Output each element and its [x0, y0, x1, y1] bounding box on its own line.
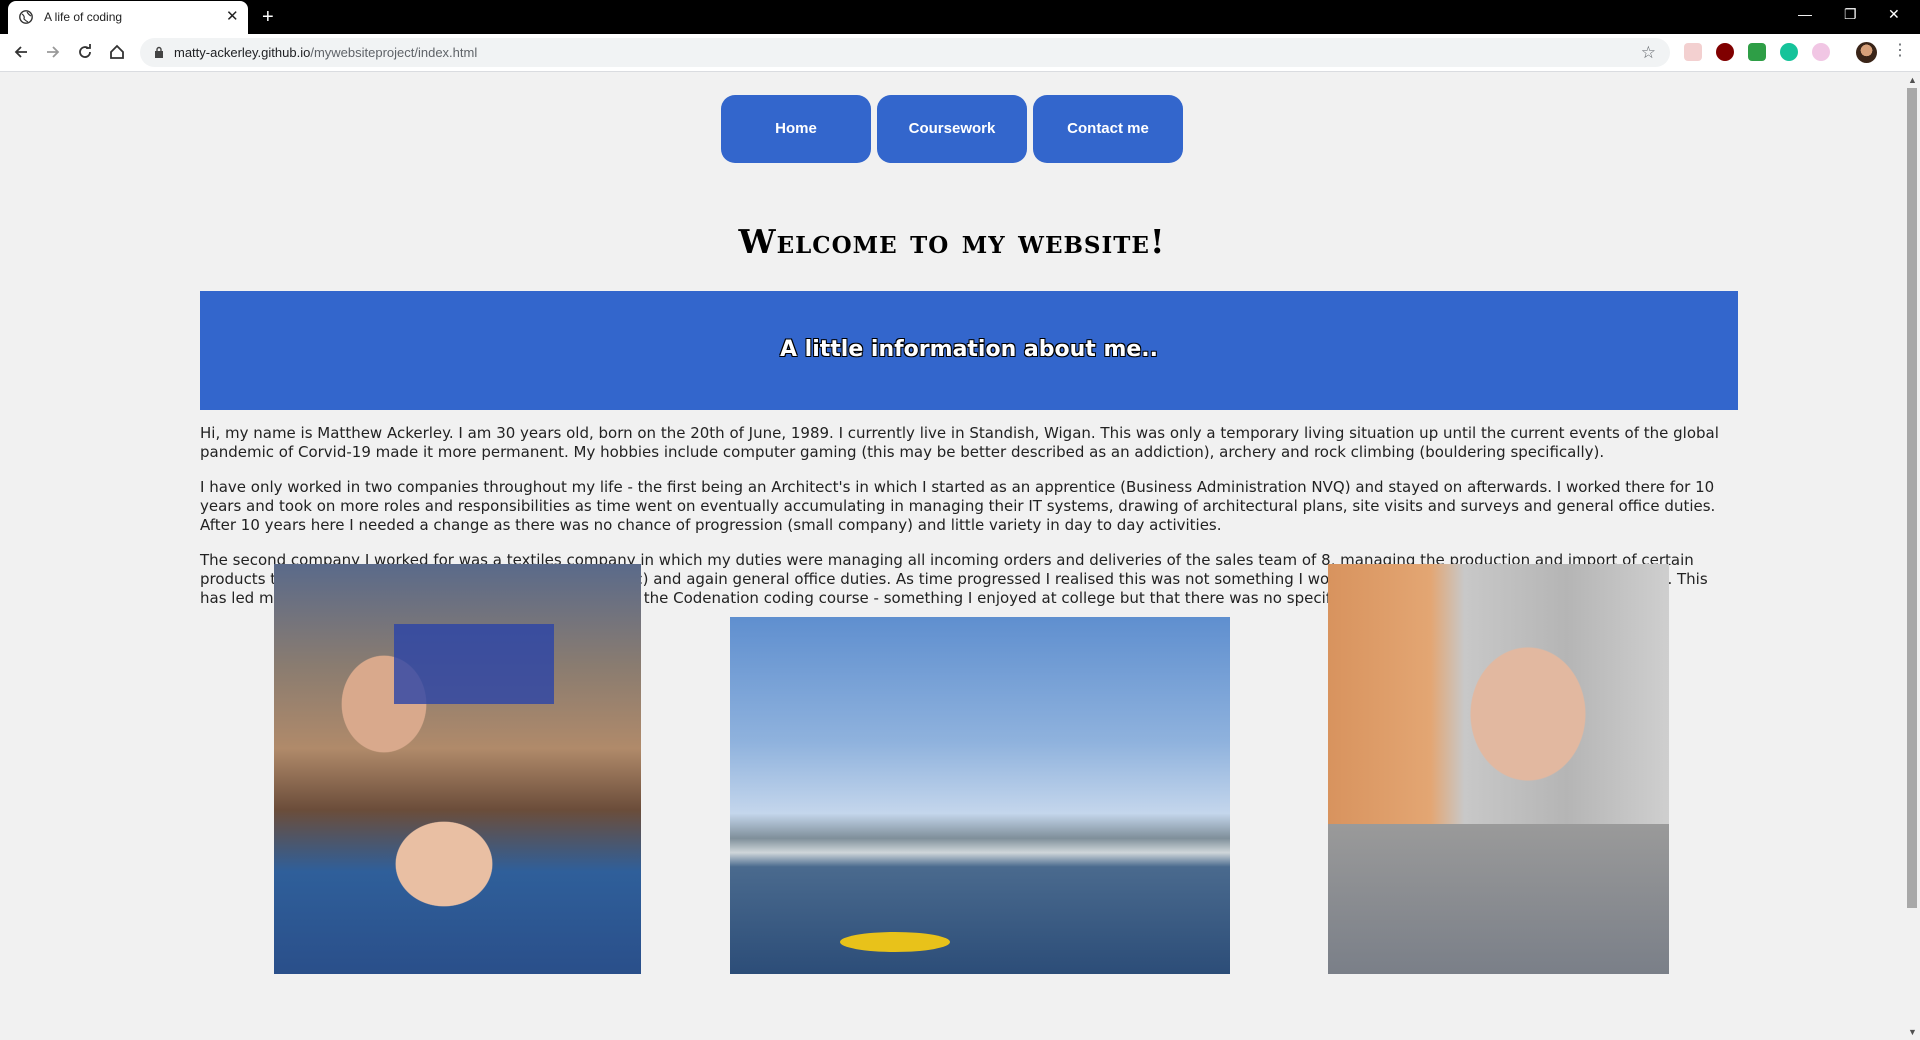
new-tab-icon[interactable]: + [262, 5, 274, 29]
scrollbar-thumb[interactable] [1907, 88, 1917, 908]
browser-tab[interactable]: A life of coding ✕ [8, 1, 248, 34]
scroll-down-arrow-icon[interactable]: ▼ [1908, 1027, 1917, 1037]
profile-avatar[interactable] [1856, 42, 1877, 63]
tab-title: A life of coding [44, 10, 123, 24]
nav-coursework-button[interactable]: Coursework [877, 95, 1027, 163]
window-close-icon[interactable]: ✕ [1888, 4, 1900, 24]
forward-arrow-icon[interactable] [43, 42, 63, 62]
restore-icon[interactable]: ❐ [1844, 4, 1857, 24]
extension-1-icon[interactable] [1684, 43, 1702, 61]
info-banner: A little information about me.. [200, 291, 1738, 410]
scroll-up-arrow-icon[interactable]: ▲ [1908, 75, 1917, 85]
page-scrollbar[interactable]: ▲ ▼ [1904, 72, 1920, 1040]
about-paragraph-1: Hi, my name is Matthew Ackerley. I am 30… [200, 424, 1719, 461]
about-paragraph-2: I have only worked in two companies thro… [200, 478, 1716, 534]
url-text: matty-ackerley.github.io/mywebsiteprojec… [174, 45, 477, 60]
tab-strip: A life of coding ✕ + — ❐ ✕ [0, 0, 1920, 34]
site-nav: Home Coursework Contact me [0, 95, 1904, 163]
page-title: Welcome to my website! [738, 222, 1166, 261]
reload-icon[interactable] [75, 42, 95, 62]
nav-home-button[interactable]: Home [721, 95, 871, 163]
kayak-shape [840, 932, 950, 952]
extension-green-icon[interactable] [1748, 43, 1766, 61]
home-icon[interactable] [107, 42, 127, 62]
back-arrow-icon[interactable] [11, 42, 31, 62]
extension-pink-icon[interactable] [1812, 43, 1830, 61]
address-bar[interactable]: matty-ackerley.github.io/mywebsiteprojec… [140, 38, 1670, 67]
photo-selfie [1328, 564, 1669, 974]
url-path: /mywebsiteproject/index.html [310, 45, 478, 60]
photo-kayak-sea [730, 617, 1230, 974]
close-tab-icon[interactable]: ✕ [226, 7, 239, 27]
bookmark-star-icon[interactable]: ☆ [1641, 43, 1656, 63]
grammarly-icon[interactable] [1780, 43, 1798, 61]
photo-father-and-son [274, 564, 641, 974]
menu-kebab-icon[interactable]: ⋮ [1892, 42, 1908, 60]
lock-icon [155, 46, 163, 58]
ublock-icon[interactable] [1716, 43, 1734, 61]
minimize-icon[interactable]: — [1798, 4, 1812, 24]
url-host: matty-ackerley.github.io [174, 45, 311, 60]
banner-heading: A little information about me.. [779, 337, 1159, 362]
browser-toolbar: matty-ackerley.github.io/mywebsiteprojec… [0, 34, 1920, 72]
nav-contact-button[interactable]: Contact me [1033, 95, 1183, 163]
globe-icon [19, 10, 33, 24]
